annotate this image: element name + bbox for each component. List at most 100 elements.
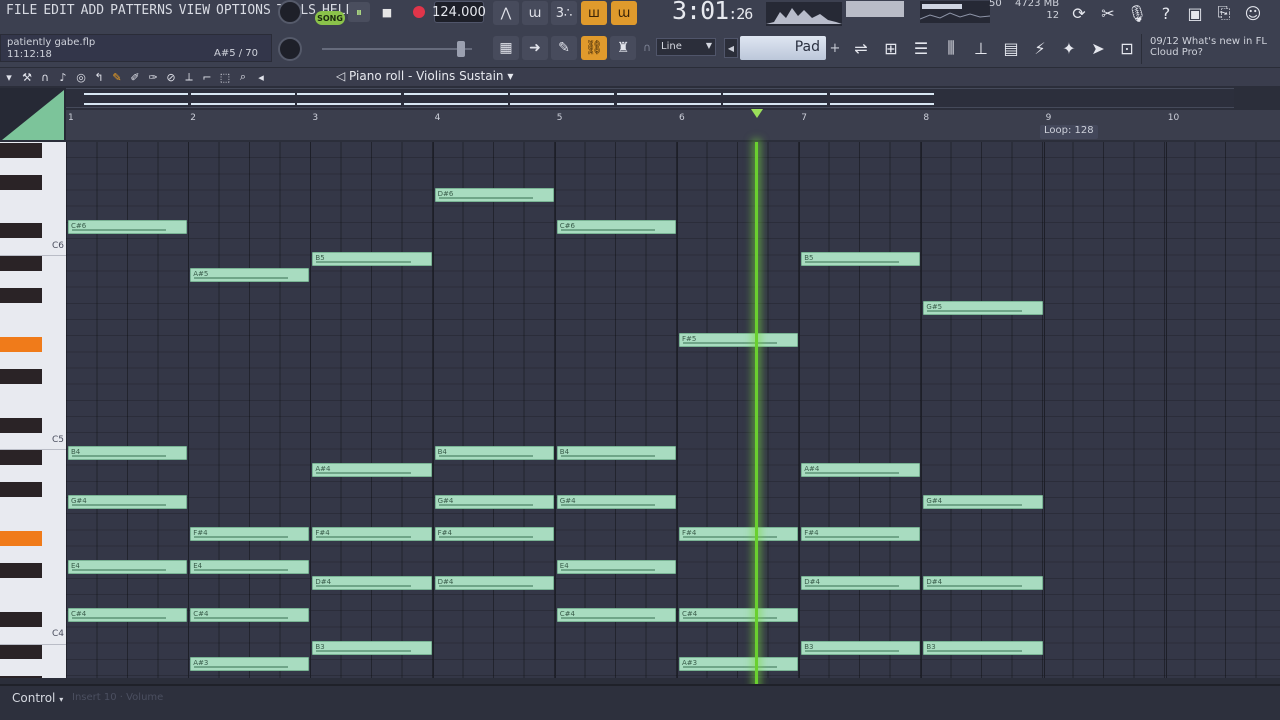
- menu-add[interactable]: ADD: [81, 3, 104, 18]
- link-icon[interactable]: ⛓: [581, 36, 607, 60]
- paint-tool-icon[interactable]: ✐: [126, 69, 144, 85]
- cart-icon[interactable]: ⊡: [1114, 35, 1140, 61]
- black-key[interactable]: [0, 417, 42, 433]
- arrow-right-icon[interactable]: ➜: [522, 36, 548, 60]
- news-panel[interactable]: 09/12 What's new in FL Cloud Pro?: [1141, 34, 1280, 64]
- note-ds4[interactable]: D#4: [434, 575, 554, 590]
- note-gs5[interactable]: G#5: [923, 300, 1043, 315]
- step-edit-icon[interactable]: ш: [581, 1, 607, 25]
- black-key[interactable]: [0, 223, 42, 239]
- note-ds4[interactable]: D#4: [801, 575, 921, 590]
- browser-icon[interactable]: ⊥: [968, 35, 994, 61]
- record-button[interactable]: [407, 2, 431, 22]
- note-gs4[interactable]: G#4: [556, 494, 676, 509]
- note-cs4[interactable]: C#4: [556, 608, 676, 623]
- volume-slider-thumb[interactable]: [457, 41, 465, 57]
- metronome-icon[interactable]: ⋀: [493, 1, 519, 25]
- blend-notes-icon[interactable]: ɯ: [611, 1, 637, 25]
- note-b5[interactable]: B5: [312, 252, 432, 267]
- tempo-display[interactable]: 124.000: [432, 1, 486, 23]
- note-ds4[interactable]: D#4: [312, 575, 432, 590]
- note-b4[interactable]: B4: [434, 446, 554, 461]
- select-tool-icon[interactable]: ⬚: [216, 69, 234, 85]
- channel-rack-icon[interactable]: ⊞: [878, 35, 904, 61]
- plugin-icon[interactable]: ⚡: [1027, 35, 1053, 61]
- export-icon[interactable]: ⎘: [1211, 0, 1237, 26]
- note-cs4[interactable]: C#4: [68, 608, 188, 623]
- zoom-tool-icon[interactable]: ⌕: [234, 69, 252, 85]
- snap-dropdown[interactable]: Line ▼: [656, 38, 716, 56]
- menu-patterns[interactable]: PATTERNS: [110, 3, 173, 18]
- speaker-icon[interactable]: ◂: [252, 69, 270, 85]
- note-fs4[interactable]: F#4: [312, 527, 432, 542]
- note-b4[interactable]: B4: [556, 446, 676, 461]
- project-icon[interactable]: ▤: [998, 35, 1024, 61]
- note-icon[interactable]: ♪: [54, 69, 72, 85]
- options-menu-icon[interactable]: ▾: [0, 69, 18, 85]
- note-as3[interactable]: A#3: [190, 656, 310, 671]
- note-ds4[interactable]: D#4: [923, 575, 1043, 590]
- note-b4[interactable]: B4: [68, 446, 188, 461]
- stop-button[interactable]: ■: [376, 2, 398, 22]
- note-as4[interactable]: A#4: [312, 462, 432, 477]
- magnet-snap-icon[interactable]: ∩: [36, 69, 54, 85]
- playlist-icon[interactable]: ⫼: [938, 35, 964, 61]
- note-cs6[interactable]: C#6: [556, 219, 676, 234]
- help-icon[interactable]: ?: [1153, 0, 1179, 26]
- delete-tool-icon[interactable]: ✑: [144, 69, 162, 85]
- black-key[interactable]: [0, 369, 42, 385]
- black-key[interactable]: [0, 482, 42, 498]
- note-as4[interactable]: A#4: [801, 462, 921, 477]
- stamp-icon[interactable]: ♜: [610, 36, 636, 60]
- tools-wrench-icon[interactable]: ⚒: [18, 69, 36, 85]
- black-key[interactable]: [0, 644, 42, 660]
- note-gs4[interactable]: G#4: [923, 494, 1043, 509]
- black-key[interactable]: [0, 142, 42, 158]
- note-ds6[interactable]: D#6: [434, 187, 554, 202]
- position-marker[interactable]: [751, 109, 763, 118]
- note-gs4[interactable]: G#4: [434, 494, 554, 509]
- preset-arrow-icon[interactable]: ◀: [724, 38, 738, 58]
- piano-keyboard[interactable]: C6 C5 C4: [0, 142, 66, 678]
- menu-view[interactable]: VIEW: [179, 3, 210, 18]
- master-pitch-knob[interactable]: [278, 0, 302, 24]
- song-time-display[interactable]: 3:01:26: [672, 0, 753, 25]
- black-key[interactable]: [0, 255, 42, 271]
- draw-tool-icon[interactable]: ✎: [108, 69, 126, 85]
- mute-tool-icon[interactable]: ⊘: [162, 69, 180, 85]
- note-cs4[interactable]: C#4: [190, 608, 310, 623]
- note-e4[interactable]: E4: [68, 559, 188, 574]
- black-key[interactable]: [0, 563, 42, 579]
- note-as3[interactable]: A#3: [679, 656, 799, 671]
- cut-tool-icon[interactable]: ✂: [1095, 0, 1121, 26]
- control-selector[interactable]: Control ▾: [12, 691, 63, 705]
- note-gs4[interactable]: G#4: [68, 494, 188, 509]
- note-e4[interactable]: E4: [556, 559, 676, 574]
- black-key[interactable]: [0, 288, 42, 304]
- countdown-icon[interactable]: 3∴: [551, 1, 577, 25]
- mixer-icon[interactable]: ⇌: [848, 35, 874, 61]
- slip-tool-icon[interactable]: ⌐: [198, 69, 216, 85]
- note-fs5[interactable]: F#5: [679, 333, 799, 348]
- wrench-icon[interactable]: ✦: [1056, 35, 1082, 61]
- note-b3[interactable]: B3: [312, 640, 432, 655]
- piano-keyboard-icon[interactable]: ▦: [493, 36, 519, 60]
- black-key[interactable]: [0, 611, 42, 627]
- arrow-icon[interactable]: ↰: [90, 69, 108, 85]
- note-fs4[interactable]: F#4: [190, 527, 310, 542]
- note-b3[interactable]: B3: [801, 640, 921, 655]
- note-b3[interactable]: B3: [923, 640, 1043, 655]
- note-fs4[interactable]: F#4: [679, 527, 799, 542]
- undo-history-icon[interactable]: ⟳: [1066, 0, 1092, 26]
- note-fs4[interactable]: F#4: [801, 527, 921, 542]
- wait-for-input-icon[interactable]: ɯ: [522, 1, 548, 25]
- pause-button[interactable]: ⏸: [348, 2, 370, 22]
- menu-options[interactable]: OPTIONS: [216, 3, 271, 18]
- note-e4[interactable]: E4: [190, 559, 310, 574]
- note-b5[interactable]: B5: [801, 252, 921, 267]
- note-fs4[interactable]: F#4: [434, 527, 554, 542]
- menu-edit[interactable]: EDIT: [43, 3, 74, 18]
- microphone-icon[interactable]: 🎙: [1124, 0, 1150, 26]
- piano-roll-title[interactable]: ◁ Piano roll - Violins Sustain ▾: [336, 69, 513, 83]
- note-grid[interactable]: D#6 C#6 C#6 B5 B5 A#5 G#5 F#5 B4 B4 B4 A#4 A#4 G#4 G#4…: [66, 142, 1280, 678]
